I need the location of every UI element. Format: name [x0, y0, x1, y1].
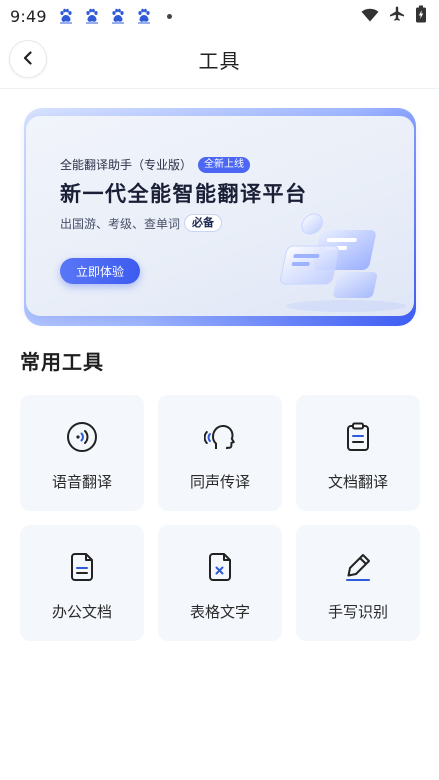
translate-illustration-icon: [280, 213, 406, 312]
office-document-icon: [66, 551, 98, 583]
banner-headline: 新一代全能智能翻译平台: [60, 182, 308, 206]
tool-handwriting-recognition[interactable]: 手写识别: [296, 525, 420, 641]
tool-voice-translate[interactable]: 语音翻译: [20, 395, 144, 511]
voice-translate-icon: [66, 421, 98, 453]
status-app-icons: [57, 8, 172, 24]
wifi-icon: [361, 7, 379, 26]
baidu-paw-icon: [83, 8, 101, 24]
back-button[interactable]: [9, 40, 47, 78]
header-divider: [0, 88, 439, 89]
simultaneous-interpret-icon: [204, 421, 236, 453]
tool-label: 同声传译: [189, 473, 250, 491]
tool-simultaneous-interpret[interactable]: 同声传译: [158, 395, 282, 511]
airplane-icon: [389, 6, 405, 26]
tool-document-translate[interactable]: 文档翻译: [296, 395, 420, 511]
banner-subtitle-text: 全能翻译助手（专业版）: [60, 158, 193, 172]
baidu-paw-icon: [135, 8, 153, 24]
handwriting-recognition-icon: [342, 551, 374, 583]
tool-office-document[interactable]: 办公文档: [20, 525, 144, 641]
document-translate-icon: [342, 421, 374, 453]
try-now-button[interactable]: 立即体验: [60, 258, 140, 284]
new-badge: 全新上线: [198, 156, 251, 173]
tool-spreadsheet-text[interactable]: 表格文字: [158, 525, 282, 641]
spreadsheet-text-icon: [204, 551, 236, 583]
tools-grid: 语音翻译 同声传译 文档翻译 办公文档 表格文字 手写识别: [20, 395, 420, 641]
banner-subtitle: 全能翻译助手（专业版） 全新上线: [60, 156, 251, 173]
baidu-paw-icon: [109, 8, 127, 24]
chevron-left-icon: [21, 50, 35, 69]
app-header: 工具: [0, 36, 439, 82]
baidu-paw-icon: [57, 8, 75, 24]
tool-label: 语音翻译: [51, 473, 112, 491]
tool-label: 表格文字: [189, 603, 250, 621]
promo-banner[interactable]: 全能翻译助手（专业版） 全新上线 新一代全能智能翻译平台 出国游、考级、查单词 …: [20, 100, 420, 328]
tool-label: 文档翻译: [327, 473, 388, 491]
battery-icon: [415, 5, 427, 27]
status-system-icons: [361, 5, 427, 27]
banner-card: 全能翻译助手（专业版） 全新上线 新一代全能智能翻译平台 出国游、考级、查单词 …: [26, 116, 414, 316]
section-title: 常用工具: [20, 350, 104, 374]
banner-tagline-text: 出国游、考级、查单词: [60, 216, 181, 231]
tool-label: 办公文档: [51, 603, 112, 621]
status-bar: 9:49: [0, 0, 439, 32]
page-title: 工具: [198, 48, 241, 73]
tool-label: 手写识别: [327, 603, 388, 621]
status-time: 9:49: [10, 6, 47, 26]
must-have-badge: 必备: [184, 214, 223, 232]
notification-dot-icon: [166, 13, 172, 19]
banner-tagline: 出国游、考级、查单词 必备: [60, 214, 223, 232]
